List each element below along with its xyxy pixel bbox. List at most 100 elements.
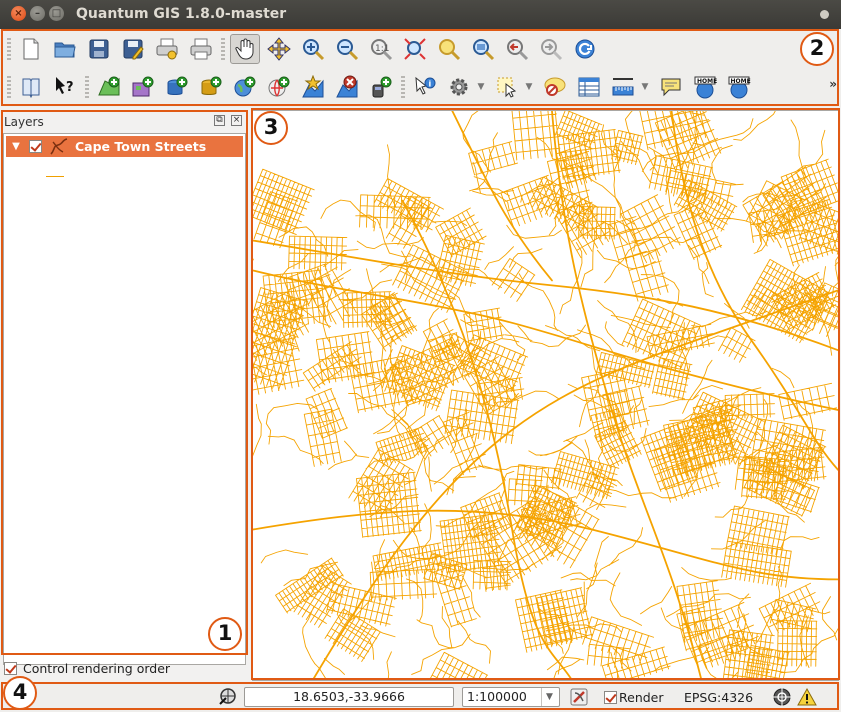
- save-project-button[interactable]: [84, 34, 114, 64]
- select-dropdown-arrow[interactable]: ▼: [524, 82, 534, 92]
- zoom-full-icon: [404, 38, 426, 60]
- zoom-selection-icon: [439, 39, 461, 61]
- add-raster-layer-button[interactable]: [128, 72, 158, 102]
- add-postgis-layer-button[interactable]: [162, 72, 192, 102]
- new-project-button[interactable]: [16, 34, 46, 64]
- maximize-window-button[interactable]: □: [49, 6, 64, 21]
- layer-row-cape-town-streets[interactable]: ▼ Cape Town Streets: [6, 136, 243, 157]
- print-icon: [190, 38, 212, 60]
- toggle-extents-icon[interactable]: [218, 686, 238, 706]
- add-spatialite-layer-button[interactable]: [196, 72, 226, 102]
- map-canvas[interactable]: [252, 110, 839, 681]
- control-rendering-order[interactable]: Control rendering order: [4, 661, 170, 676]
- help-contents-button[interactable]: [16, 72, 46, 102]
- measure-icon: [612, 78, 634, 96]
- action-dropdown-arrow[interactable]: ▼: [476, 82, 486, 92]
- layer-visibility-checkbox[interactable]: [29, 140, 42, 153]
- add-wfs-layer-button[interactable]: [366, 72, 396, 102]
- measure-line-button[interactable]: [608, 72, 638, 102]
- toolbar-grip[interactable]: [7, 38, 11, 60]
- layer-legend-symbol: [46, 176, 64, 177]
- attribute-table-icon: [578, 77, 600, 97]
- toolbar-grip[interactable]: [7, 76, 11, 98]
- run-action-button[interactable]: [444, 72, 474, 102]
- warning-icon[interactable]: [797, 687, 817, 707]
- minor-streets: [253, 111, 838, 680]
- toolbar-area: 1:1 ? i ▼ ▼ ▼ HOME HOME »: [0, 29, 841, 107]
- street-lines: [253, 111, 838, 680]
- scale-combobox[interactable]: 1:100000 ▼: [462, 687, 560, 707]
- print-button[interactable]: [186, 34, 216, 64]
- select-features-button[interactable]: [492, 72, 522, 102]
- refresh-button[interactable]: [570, 34, 600, 64]
- new-shapefile-button[interactable]: [298, 72, 328, 102]
- stop-render-icon[interactable]: [569, 687, 589, 707]
- scale-value: 1:100000: [467, 689, 527, 704]
- save-as-button[interactable]: [118, 34, 148, 64]
- zoom-to-layer-button[interactable]: [468, 34, 498, 64]
- toolbar-grip[interactable]: [85, 76, 89, 98]
- show-bookmarks-button[interactable]: HOME: [724, 72, 754, 102]
- zoom-actual-icon: 1:1: [371, 39, 393, 61]
- callout-badge-1: 1: [208, 617, 242, 651]
- open-attribute-table-button[interactable]: [574, 72, 604, 102]
- whats-this-button[interactable]: ?: [50, 72, 80, 102]
- print-composer-icon: [156, 38, 178, 60]
- minimize-window-button[interactable]: –: [30, 6, 45, 21]
- add-wcs-layer-button[interactable]: [264, 72, 294, 102]
- pan-map-button[interactable]: [230, 34, 260, 64]
- print-composer-button[interactable]: [152, 34, 182, 64]
- street-network-map: [253, 111, 838, 680]
- refresh-icon: [575, 39, 595, 59]
- svg-text:?: ?: [66, 80, 74, 95]
- layer-expander-icon[interactable]: ▼: [9, 141, 23, 152]
- layers-list[interactable]: ▼ Cape Town Streets: [3, 133, 246, 665]
- add-raster-icon: [132, 76, 154, 97]
- toolbar-overflow-button[interactable]: »: [829, 77, 837, 91]
- identify-features-button[interactable]: i: [410, 72, 440, 102]
- window-menu-icon[interactable]: [820, 10, 829, 19]
- pan-hand-icon: [235, 38, 254, 60]
- new-bookmark-button[interactable]: HOME: [690, 72, 720, 102]
- zoom-actual-size-button[interactable]: 1:1: [366, 34, 396, 64]
- zoom-out-icon: [337, 39, 359, 61]
- zoom-next-button[interactable]: [536, 34, 566, 64]
- zoom-full-button[interactable]: [400, 34, 430, 64]
- close-panel-button[interactable]: ×: [231, 115, 242, 126]
- remove-layer-button[interactable]: [332, 72, 362, 102]
- action-gear-icon: [450, 78, 468, 96]
- zoom-in-button[interactable]: [298, 34, 328, 64]
- crs-status[interactable]: EPSG:4326: [684, 690, 753, 705]
- select-icon: [497, 77, 517, 98]
- control-rendering-order-checkbox[interactable]: [4, 662, 17, 675]
- close-window-button[interactable]: ×: [11, 6, 26, 21]
- scale-dropdown-arrow[interactable]: ▼: [541, 688, 557, 706]
- deselect-features-button[interactable]: [540, 72, 570, 102]
- add-vector-icon: [98, 76, 120, 96]
- remove-layer-icon: [336, 75, 358, 98]
- coordinate-display[interactable]: 18.6503,-33.9666: [244, 687, 454, 707]
- render-checkbox[interactable]: [604, 691, 617, 704]
- float-panel-button[interactable]: ⧉: [214, 115, 225, 126]
- zoom-out-button[interactable]: [332, 34, 362, 64]
- zoom-in-icon: [303, 39, 325, 61]
- zoom-next-icon: [541, 39, 563, 61]
- projection-globe-icon[interactable]: [772, 687, 792, 707]
- zoom-last-button[interactable]: [502, 34, 532, 64]
- layer-name: Cape Town Streets: [75, 139, 207, 154]
- measure-dropdown-arrow[interactable]: ▼: [640, 82, 650, 92]
- pan-to-selection-button[interactable]: [264, 34, 294, 64]
- window-title: Quantum GIS 1.8.0-master: [76, 6, 287, 22]
- add-vector-layer-button[interactable]: [94, 72, 124, 102]
- toolbar-grip[interactable]: [401, 76, 405, 98]
- open-project-button[interactable]: [50, 34, 80, 64]
- save-as-icon: [123, 39, 144, 60]
- toolbar-grip[interactable]: [221, 38, 225, 60]
- new-shapefile-icon: [302, 75, 324, 98]
- zoom-to-selection-button[interactable]: [434, 34, 464, 64]
- svg-text:i: i: [429, 80, 432, 89]
- map-tips-button[interactable]: [656, 72, 686, 102]
- callout-badge-4: 4: [3, 676, 37, 710]
- svg-text:1:1: 1:1: [375, 44, 389, 54]
- add-wms-layer-button[interactable]: [230, 72, 260, 102]
